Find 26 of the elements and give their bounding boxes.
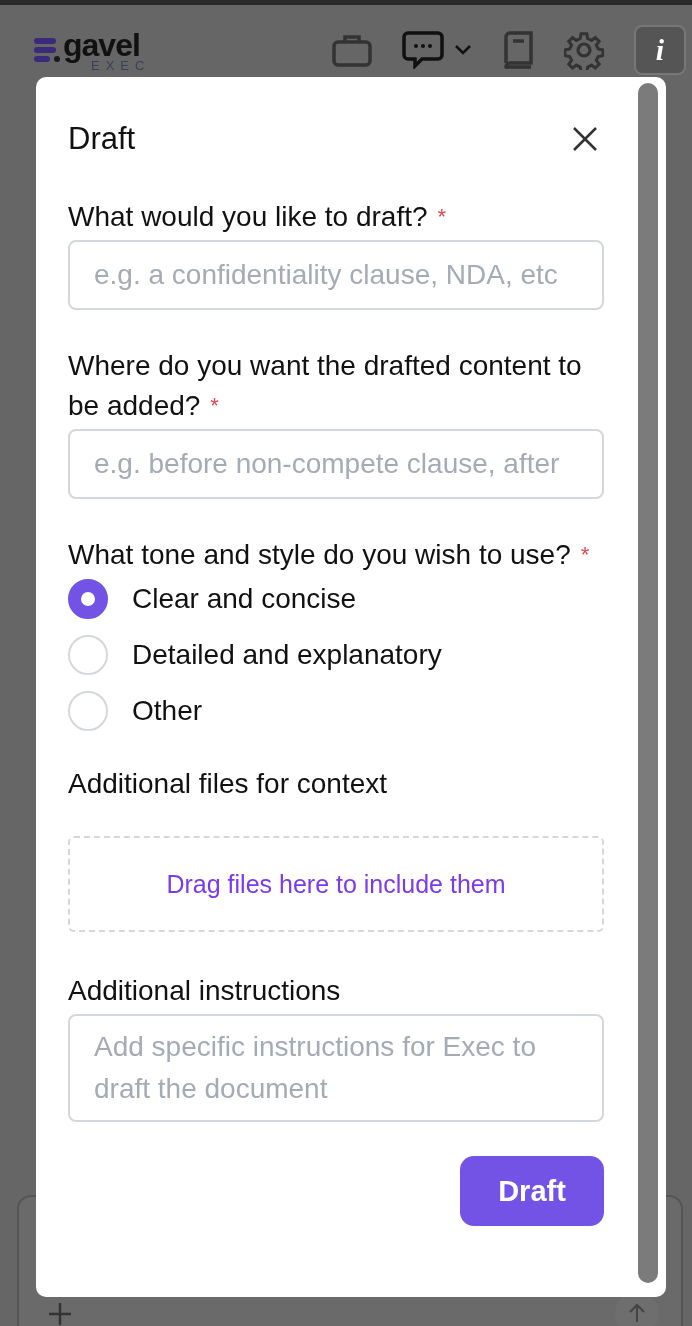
file-drop-zone[interactable]: Drag files here to include them (68, 836, 604, 932)
field-label: Additional files for context (68, 767, 389, 801)
settings-icon[interactable] (564, 30, 604, 70)
radio-label[interactable]: Other (132, 695, 203, 727)
field-label: What tone and style do you wish to use? * (68, 538, 591, 572)
radio-label[interactable]: Clear and concise (132, 583, 357, 615)
field-label: Additional instructions (68, 974, 342, 1008)
input-field[interactable]: e.g. a confidentiality clause, NDA, etc (68, 240, 604, 310)
plus-icon[interactable] (47, 1301, 73, 1326)
scrollbar[interactable] (638, 83, 658, 1283)
input-field[interactable]: e.g. before non-compete clause, after (68, 429, 604, 499)
logo-wordmark: gavel (63, 28, 140, 61)
radio-button[interactable] (68, 579, 108, 619)
info-button[interactable]: i (634, 25, 686, 75)
instructions-field[interactable]: Add specific instructions for Exec to draft the document (68, 1014, 604, 1122)
dialog-title: Draft (68, 121, 136, 157)
radio-label[interactable]: Detailed and explanatory (132, 639, 442, 671)
chat-icon[interactable] (402, 31, 444, 69)
briefcase-icon[interactable] (332, 33, 372, 67)
close-icon[interactable] (572, 126, 598, 152)
field-label: Where do you want the drafted content to be added? * (68, 349, 583, 423)
logo-icon (34, 36, 60, 63)
field-label: What would you like to draft? * (68, 200, 448, 234)
chevron-down-icon[interactable] (454, 44, 472, 56)
draft-button[interactable]: Draft (460, 1156, 604, 1226)
book-icon[interactable] (502, 31, 534, 69)
